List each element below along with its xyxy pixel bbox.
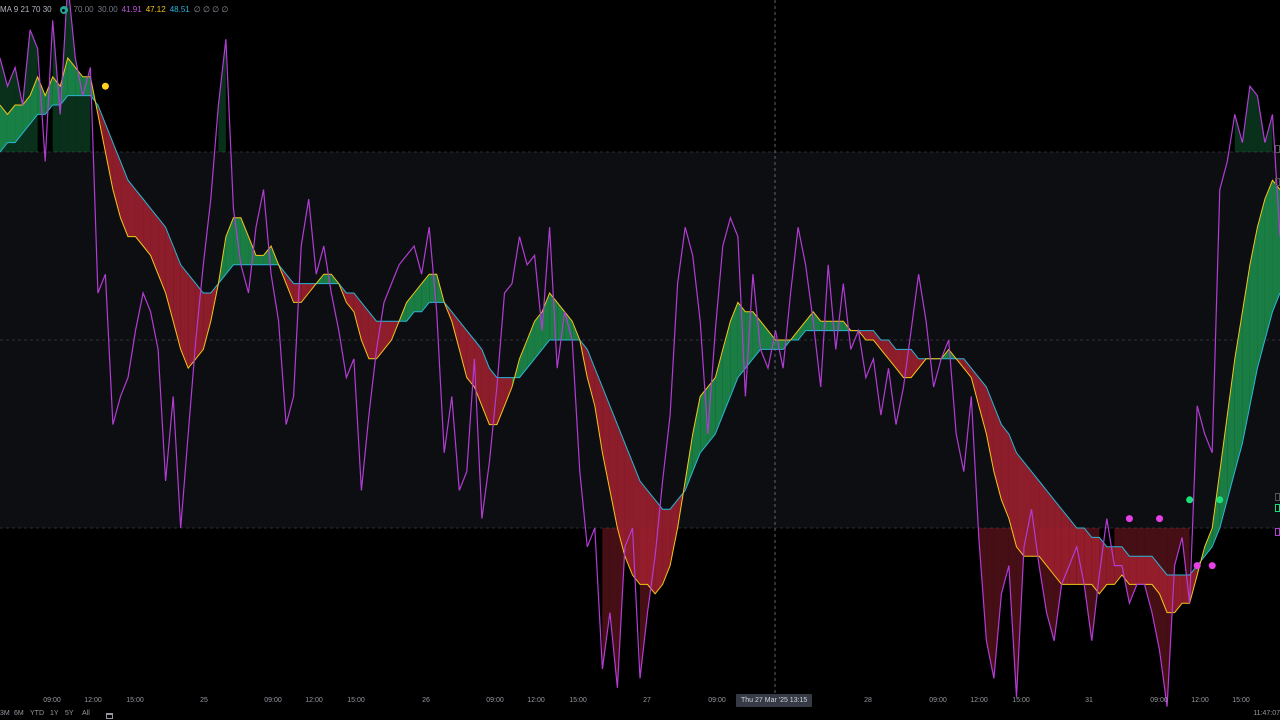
signal-marker-green: [1216, 496, 1224, 504]
bear-cloud-segment: [865, 330, 874, 340]
signal-marker-green: [1186, 496, 1194, 504]
band-lower-value: 30.00: [97, 5, 118, 14]
range-5y-button[interactable]: 5Y: [65, 710, 74, 717]
indicator-name[interactable]: MA 9 21 70 30: [0, 3, 52, 17]
crosshair-time-label: Thu 27 Mar '25 13:15: [736, 694, 813, 707]
calendar-icon[interactable]: [106, 713, 113, 719]
range-ytd-button[interactable]: YTD: [30, 710, 44, 717]
overbought-fill: [30, 29, 38, 152]
price-scale-tag: [1275, 493, 1280, 501]
bear-cloud-segment: [293, 283, 302, 303]
bull-cloud-segment: [256, 255, 264, 265]
slow-ma-value: 48.51: [169, 5, 190, 14]
fast-ma-value: 47.12: [145, 5, 166, 14]
bear-cloud-segment: [624, 443, 633, 575]
signal-marker-magenta: [1193, 562, 1201, 570]
signal-marker-magenta: [1125, 515, 1133, 523]
signal-marker-magenta: [1156, 515, 1164, 523]
x-tick-label: 09:00: [486, 697, 504, 704]
bull-cloud-segment: [828, 321, 836, 331]
clock: 11:47:07: [1253, 710, 1280, 717]
x-tick-label: 12:00: [1191, 697, 1209, 704]
x-tick-label: 15:00: [126, 697, 144, 704]
x-tick-label: 09:00: [708, 697, 726, 704]
band-upper-value: 70.00: [73, 5, 94, 14]
x-tick-label: 15:00: [569, 697, 587, 704]
eye-icon[interactable]: [59, 6, 68, 14]
bear-cloud-segment: [1106, 546, 1115, 585]
x-tick-label: 27: [643, 697, 651, 704]
x-tick-label: 26: [422, 697, 430, 704]
x-tick-label: 09:00: [929, 697, 947, 704]
bull-cloud-segment: [835, 321, 844, 331]
rsi-value: 41.91: [121, 5, 142, 14]
overbought-fill: [1249, 86, 1258, 152]
x-tick-label: 15:00: [1012, 697, 1030, 704]
bear-cloud-segment: [632, 462, 640, 585]
null-values: ∅ ∅ ∅ ∅: [193, 5, 229, 14]
x-tick-label: 25: [200, 697, 208, 704]
bear-cloud-segment: [903, 349, 912, 378]
bear-cloud-segment: [195, 283, 204, 359]
bottom-toolbar: 3M 6M YTD 1Y 5Y All 11:47:07: [0, 710, 1280, 720]
x-tick-label: 12:00: [527, 697, 545, 704]
signal-marker-yellow: [101, 82, 109, 90]
rsi-chart[interactable]: [0, 0, 1280, 720]
x-tick-label: 09:00: [43, 697, 61, 704]
range-3m-button[interactable]: 3M: [0, 710, 10, 717]
x-tick-label: 12:00: [970, 697, 988, 704]
range-6m-button[interactable]: 6M: [14, 710, 24, 717]
price-scale-tag: [1275, 504, 1280, 512]
price-scale-tag: [1275, 145, 1280, 153]
bull-cloud-segment: [1272, 180, 1280, 312]
x-tick-label: 09:00: [264, 697, 282, 704]
x-tick-label: 28: [864, 697, 872, 704]
indicator-legend[interactable]: MA 9 21 70 30 70.00 30.00 41.91 47.12 48…: [0, 3, 228, 17]
signal-marker-magenta: [1208, 562, 1216, 570]
x-tick-label: 15:00: [1232, 697, 1250, 704]
x-tick-label: 12:00: [305, 697, 323, 704]
price-scale-tag: [1275, 178, 1280, 186]
x-tick-label: 31: [1085, 697, 1093, 704]
x-tick-label: 12:00: [84, 697, 102, 704]
x-tick-label: 09:00: [1150, 697, 1168, 704]
x-tick-label: 15:00: [347, 697, 365, 704]
range-all-button[interactable]: All: [82, 710, 90, 717]
range-1y-button[interactable]: 1Y: [50, 710, 59, 717]
price-scale-tag: [1275, 528, 1280, 536]
